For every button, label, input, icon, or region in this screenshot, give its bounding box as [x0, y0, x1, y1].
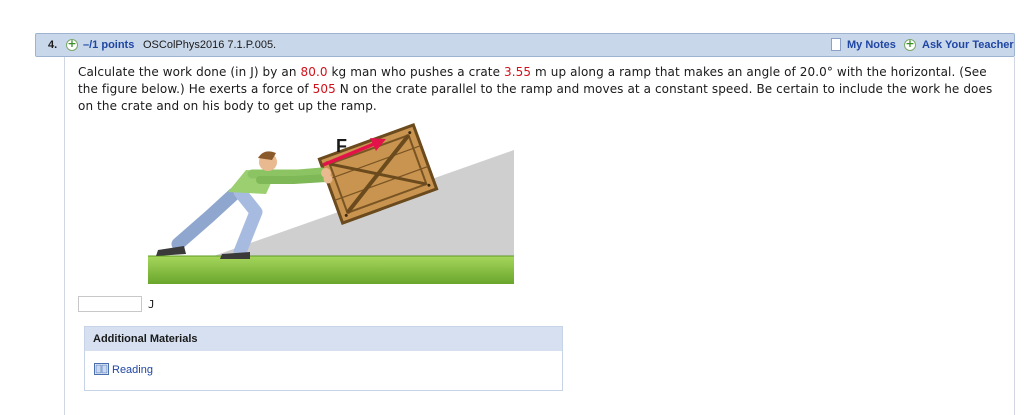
reading-link[interactable]: Reading: [112, 364, 153, 376]
expand-plus-icon[interactable]: [66, 37, 78, 51]
additional-materials-header: Additional Materials: [85, 327, 562, 351]
force-value: 505: [312, 82, 336, 96]
additional-materials-title: Additional Materials: [93, 333, 198, 345]
force-label: F: [336, 136, 347, 156]
ask-teacher-link[interactable]: Ask Your Teacher: [922, 39, 1014, 51]
ramp-figure: F: [148, 123, 514, 284]
my-notes-link[interactable]: My Notes: [847, 39, 896, 51]
question-text-part: kg man who pushes a crate: [327, 65, 505, 79]
distance-value: 3.55: [504, 65, 532, 79]
points-label: –/1 points: [83, 39, 135, 51]
ask-teacher-plus-icon[interactable]: [904, 37, 916, 51]
answer-unit: J: [148, 298, 155, 311]
ground: [148, 256, 514, 284]
mass-value: 80.0: [300, 65, 328, 79]
answer-input[interactable]: [78, 296, 142, 312]
book-icon[interactable]: [94, 363, 109, 375]
notes-icon[interactable]: [831, 38, 841, 51]
question-number: 4.: [48, 39, 58, 51]
question-text: Calculate the work done (in J) by an 80.…: [78, 64, 1008, 115]
additional-materials-panel: Additional Materials Reading: [84, 326, 563, 391]
problem-id: OSColPhys2016 7.1.P.005.: [143, 39, 277, 51]
question-text-part: Calculate the work done (in J) by an: [78, 65, 301, 79]
question-header-bar: 4. –/1 points OSColPhys2016 7.1.P.005. M…: [35, 33, 1015, 57]
